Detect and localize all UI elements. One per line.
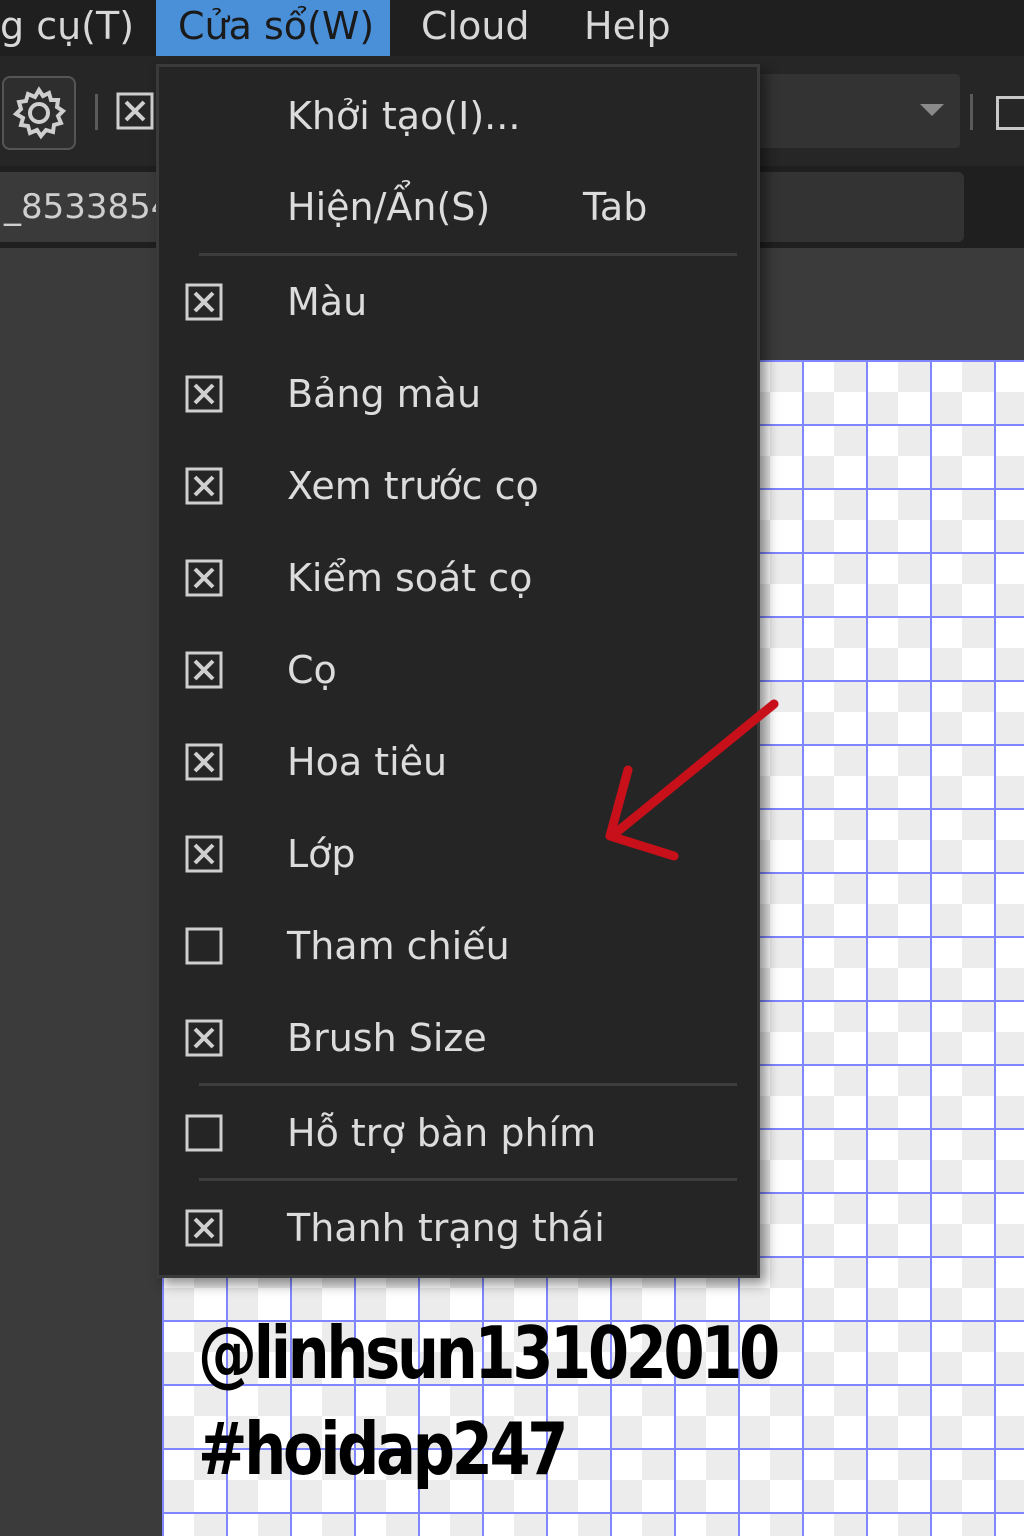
menu-item-color[interactable]: Màu — [159, 259, 757, 345]
square-icon[interactable] — [996, 96, 1024, 130]
menu-separator — [199, 253, 737, 256]
menu-item-brush-preview[interactable]: Xem trước cọ — [159, 443, 757, 529]
watermark: @linhsun13102010 #hoidap247 — [198, 1305, 780, 1497]
menu-item-palette[interactable]: Bảng màu — [159, 351, 757, 437]
chevron-down-icon — [920, 104, 944, 116]
menu-item-keyboard-support[interactable]: Hỗ trợ bàn phím — [159, 1090, 757, 1176]
window-menu-dropdown: Khởi tạo(I)... Hiện/Ẩn(S) Tab Màu Bảng m… — [156, 64, 760, 1278]
menu-item-reference[interactable]: Tham chiếu — [159, 903, 757, 989]
menu-help[interactable]: Help — [584, 0, 671, 56]
menu-item-label: Hỗ trợ bàn phím — [287, 1111, 597, 1155]
tab-bar-field — [750, 172, 964, 242]
document-tab[interactable]: _8533854 — [0, 172, 160, 242]
menu-item-label: Xem trước cọ — [287, 464, 539, 508]
menu-item-label: Lớp — [287, 832, 356, 876]
checked-checkbox-icon — [185, 651, 223, 689]
menu-tools[interactable]: g cụ(T) — [0, 0, 150, 56]
menu-item-brush-control[interactable]: Kiểm soát cọ — [159, 535, 757, 621]
checked-checkbox-icon — [185, 1019, 223, 1057]
menu-window[interactable]: Cửa sổ(W) — [156, 0, 390, 56]
menu-item-init[interactable]: Khởi tạo(I)... — [159, 73, 757, 159]
menu-item-label: Thanh trạng thái — [287, 1206, 605, 1250]
menu-item-label: Kiểm soát cọ — [287, 556, 533, 600]
menu-item-status-bar[interactable]: Thanh trạng thái — [159, 1185, 757, 1271]
toolbar-dropdown[interactable] — [750, 74, 960, 148]
settings-button[interactable] — [2, 76, 76, 150]
checked-checkbox-icon — [185, 1209, 223, 1247]
menu-item-show-hide[interactable]: Hiện/Ẩn(S) Tab — [159, 164, 757, 250]
checked-checkbox-icon — [185, 467, 223, 505]
checked-checkbox-icon — [185, 559, 223, 597]
menu-item-label: Cọ — [287, 648, 337, 692]
checked-checkbox-icon — [185, 743, 223, 781]
unchecked-checkbox-icon — [185, 927, 223, 965]
menu-bar: g cụ(T) Cửa sổ(W) Cloud Help — [0, 0, 1024, 56]
toolbar-separator — [95, 94, 98, 130]
menu-separator — [199, 1178, 737, 1181]
checked-checkbox-icon — [185, 375, 223, 413]
menu-item-brush-size[interactable]: Brush Size — [159, 995, 757, 1081]
gear-icon — [12, 86, 67, 140]
watermark-hashtag: #hoidap247 — [198, 1407, 568, 1491]
toolbar-separator — [970, 94, 973, 130]
menu-item-label: Bảng màu — [287, 372, 482, 416]
shortcut-label: Tab — [583, 185, 648, 229]
menu-separator — [199, 1083, 737, 1086]
menu-item-label: Tham chiếu — [287, 924, 510, 968]
checked-checkbox-icon — [185, 835, 223, 873]
close-box-icon[interactable] — [116, 92, 154, 130]
menu-item-label: Hiện/Ẩn(S) — [287, 185, 491, 229]
menu-item-label: Brush Size — [287, 1016, 487, 1060]
menu-cloud[interactable]: Cloud — [421, 0, 530, 56]
red-arrow-icon — [605, 699, 779, 861]
menu-item-label: Khởi tạo(I)... — [287, 94, 521, 138]
menu-item-label: Màu — [287, 280, 368, 324]
unchecked-checkbox-icon — [185, 1114, 223, 1152]
menu-item-label: Hoa tiêu — [287, 740, 448, 784]
checked-checkbox-icon — [185, 283, 223, 321]
watermark-handle: @linhsun13102010 — [198, 1311, 780, 1395]
